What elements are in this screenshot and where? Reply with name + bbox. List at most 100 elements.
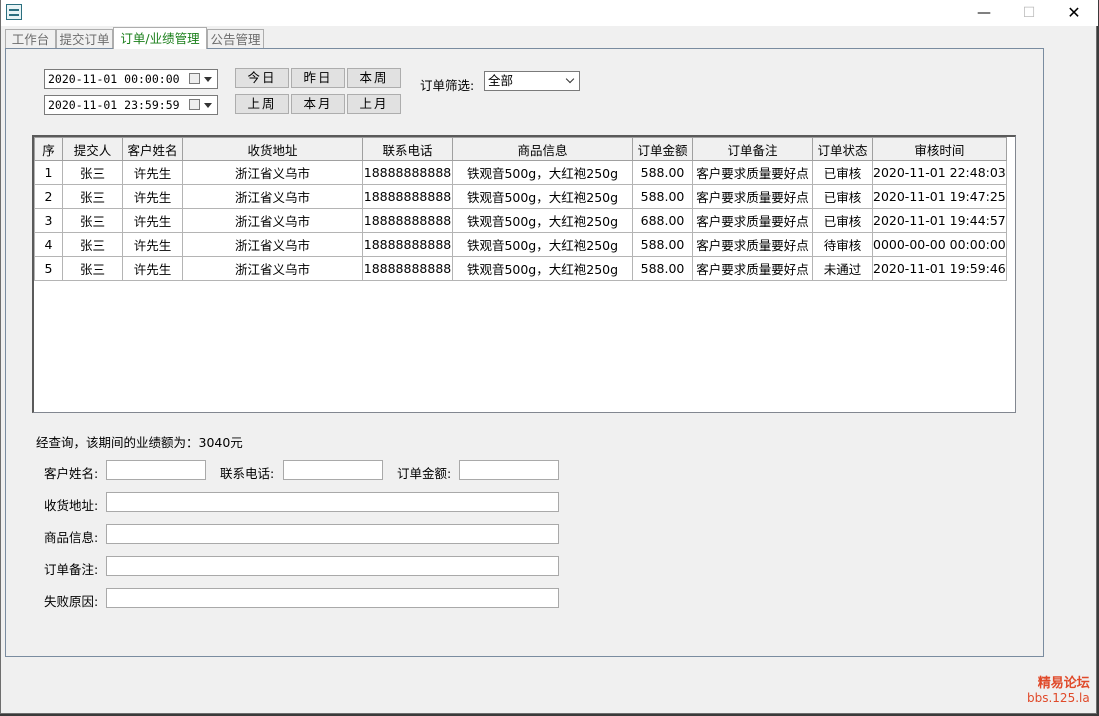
table-cell: 5 — [34, 256, 63, 281]
table-cell: 铁观音500g，大红袍250g — [452, 232, 633, 257]
table-cell: 客户要求质量要好点 — [692, 256, 813, 281]
table-cell: 待审核 — [812, 232, 873, 257]
table-row[interactable]: 4 张三 许先生 浙江省义乌市 18888888888 铁观音500g，大红袍250g 58… — [34, 232, 1007, 257]
table-cell: 4 — [34, 232, 63, 257]
table-cell: 张三 — [62, 160, 123, 185]
end-datetime-value: 2020-11-01 23:59:59 — [48, 98, 180, 112]
table-cell: 588.00 — [632, 160, 693, 185]
table-cell: 2020-11-01 19:44:57 — [872, 208, 1007, 233]
table-cell: 18888888888 — [362, 232, 453, 257]
column-header[interactable]: 收货地址 — [182, 137, 363, 161]
forum-watermark: 精易论坛 bbs.125.la — [1027, 676, 1090, 706]
last-month-button[interactable]: 上月 — [347, 94, 401, 114]
tab-submit-order[interactable]: 提交订单 — [56, 29, 113, 48]
column-header[interactable]: 审核时间 — [872, 137, 1007, 161]
table-cell: 2020-11-01 19:59:46 — [872, 256, 1007, 281]
remark-input[interactable] — [106, 556, 559, 576]
customer-name-label: 客户姓名: — [44, 466, 99, 481]
table-cell: 铁观音500g，大红袍250g — [452, 160, 633, 185]
tab-order-performance[interactable]: 订单/业绩管理 — [113, 27, 207, 49]
start-datetime-value: 2020-11-01 00:00:00 — [48, 72, 180, 86]
order-filter-value: 全部 — [488, 73, 514, 88]
close-button[interactable]: ✕ — [1051, 0, 1097, 26]
table-cell: 已审核 — [812, 184, 873, 209]
table-cell: 铁观音500g，大红袍250g — [452, 184, 633, 209]
minimize-button[interactable]: — — [961, 0, 1007, 26]
table-row[interactable]: 5 张三 许先生 浙江省义乌市 18888888888 铁观音500g，大红袍250g 58… — [34, 256, 1007, 281]
start-datetime-picker[interactable]: 2020-11-01 00:00:00 — [44, 69, 218, 89]
column-header[interactable]: 序 — [34, 137, 63, 161]
table-cell: 688.00 — [632, 208, 693, 233]
table-row[interactable]: 3 张三 许先生 浙江省义乌市 18888888888 铁观音500g，大红袍250g 68… — [34, 208, 1007, 233]
table-cell: 张三 — [62, 208, 123, 233]
yesterday-button[interactable]: 昨日 — [291, 68, 345, 88]
watermark-line2: bbs.125.la — [1027, 691, 1090, 705]
table-cell: 18888888888 — [362, 160, 453, 185]
column-header[interactable]: 订单状态 — [812, 137, 873, 161]
header-row: 序提交人 客户姓名 收货地址 联系电话 商品信息 订单金额 订单备注 订单状态 审核时间 — [34, 137, 1007, 161]
table-cell: 浙江省义乌市 — [182, 160, 363, 185]
column-header[interactable]: 提交人 — [62, 137, 123, 161]
table-row[interactable]: 1 张三 许先生 浙江省义乌市 18888888888 铁观音500g，大红袍250g 58… — [34, 160, 1007, 185]
table-cell: 张三 — [62, 232, 123, 257]
customer-name-input[interactable] — [106, 460, 206, 480]
column-header[interactable]: 联系电话 — [362, 137, 453, 161]
address-input[interactable] — [106, 492, 559, 512]
order-filter-select[interactable]: 全部 — [484, 71, 580, 91]
calendar-icon[interactable] — [189, 99, 200, 110]
this-week-button[interactable]: 本周 — [347, 68, 401, 88]
title-bar: — ☐ ✕ — [1, 0, 1098, 26]
column-header[interactable]: 订单备注 — [692, 137, 813, 161]
column-header[interactable]: 商品信息 — [452, 137, 633, 161]
table-cell: 2020-11-01 19:47:25 — [872, 184, 1007, 209]
chevron-down-icon[interactable] — [204, 103, 212, 108]
address-label: 收货地址: — [44, 498, 99, 513]
column-header[interactable]: 客户姓名 — [122, 137, 183, 161]
table-cell: 许先生 — [122, 160, 183, 185]
last-week-button[interactable]: 上周 — [235, 94, 289, 114]
table-cell: 未通过 — [812, 256, 873, 281]
table-cell: 588.00 — [632, 256, 693, 281]
table-cell: 客户要求质量要好点 — [692, 232, 813, 257]
app-window: — ☐ ✕ 工作台 提交订单 订单/业绩管理 公告管理 2020-11-01 0… — [0, 0, 1098, 714]
table-cell: 客户要求质量要好点 — [692, 208, 813, 233]
this-month-button[interactable]: 本月 — [291, 94, 345, 114]
table-cell: 客户要求质量要好点 — [692, 160, 813, 185]
table-cell: 浙江省义乌市 — [182, 232, 363, 257]
table-cell: 1 — [34, 160, 63, 185]
column-header[interactable]: 订单金额 — [632, 137, 693, 161]
table-cell: 18888888888 — [362, 256, 453, 281]
table-cell: 许先生 — [122, 256, 183, 281]
watermark-line1: 精易论坛 — [1037, 676, 1090, 691]
phone-label: 联系电话: — [220, 466, 275, 481]
table-cell: 浙江省义乌市 — [182, 208, 363, 233]
maximize-button[interactable]: ☐ — [1006, 0, 1052, 26]
fail-reason-label: 失败原因: — [44, 594, 99, 609]
phone-input[interactable] — [283, 460, 383, 480]
order-filter-label: 订单筛选: — [420, 78, 475, 93]
table-cell: 已审核 — [812, 208, 873, 233]
table-row[interactable]: 2 张三 许先生 浙江省义乌市 18888888888 铁观音500g，大红袍250g 58… — [34, 184, 1007, 209]
tab-workbench[interactable]: 工作台 — [5, 29, 56, 48]
table-cell: 588.00 — [632, 184, 693, 209]
table-cell: 588.00 — [632, 232, 693, 257]
table-cell: 2 — [34, 184, 63, 209]
product-input[interactable] — [106, 524, 559, 544]
table-cell: 0000-00-00 00:00:00 — [872, 232, 1007, 257]
end-datetime-picker[interactable]: 2020-11-01 23:59:59 — [44, 95, 218, 115]
calendar-icon[interactable] — [189, 73, 200, 84]
chevron-down-icon[interactable] — [204, 77, 212, 82]
amount-input[interactable] — [459, 460, 559, 480]
fail-reason-input[interactable] — [106, 588, 559, 608]
table-cell: 许先生 — [122, 184, 183, 209]
table-cell: 铁观音500g，大红袍250g — [452, 256, 633, 281]
orders-table: 序提交人 客户姓名 收货地址 联系电话 商品信息 订单金额 订单备注 订单状态 审核时间 1 张三… — [34, 137, 1007, 281]
table-cell: 浙江省义乌市 — [182, 184, 363, 209]
table-cell: 已审核 — [812, 160, 873, 185]
today-button[interactable]: 今日 — [235, 68, 289, 88]
table-cell: 浙江省义乌市 — [182, 256, 363, 281]
chevron-down-icon — [565, 74, 575, 84]
tab-announcement[interactable]: 公告管理 — [207, 29, 264, 48]
remark-label: 订单备注: — [44, 562, 99, 577]
app-icon — [6, 4, 22, 20]
